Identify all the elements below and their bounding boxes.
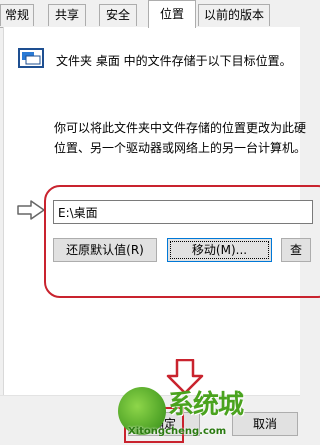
watermark-brand: 系统城: [168, 390, 244, 420]
tab-strip: 常规 共享 安全 位置 以前的版本: [0, 0, 300, 28]
tab-previous-versions[interactable]: 以前的版本: [198, 4, 270, 26]
watermark-site: Xitongcheng.com: [128, 426, 227, 437]
change-description-line2: 位置、另一个驱动器或网络上的另一台计算机。: [54, 141, 307, 155]
change-description-line1: 你可以将此文件夹中文件存储的位置更改为此硬: [54, 121, 307, 135]
location-description: 文件夹 桌面 中的文件存储于以下目标位置。: [56, 54, 292, 68]
folder-location-icon: [18, 48, 44, 68]
restore-default-button[interactable]: 还原默认值(R): [53, 238, 157, 262]
tab-sharing[interactable]: 共享: [48, 4, 86, 26]
tab-security[interactable]: 安全: [99, 4, 137, 26]
tab-location[interactable]: 位置: [148, 0, 196, 28]
location-path-input[interactable]: E:\桌面: [53, 200, 313, 224]
find-target-button[interactable]: 查: [281, 238, 311, 262]
move-button[interactable]: 移动(M)...: [167, 238, 272, 262]
tab-general[interactable]: 常规: [0, 4, 34, 26]
hollow-right-arrow-icon: [17, 200, 45, 220]
